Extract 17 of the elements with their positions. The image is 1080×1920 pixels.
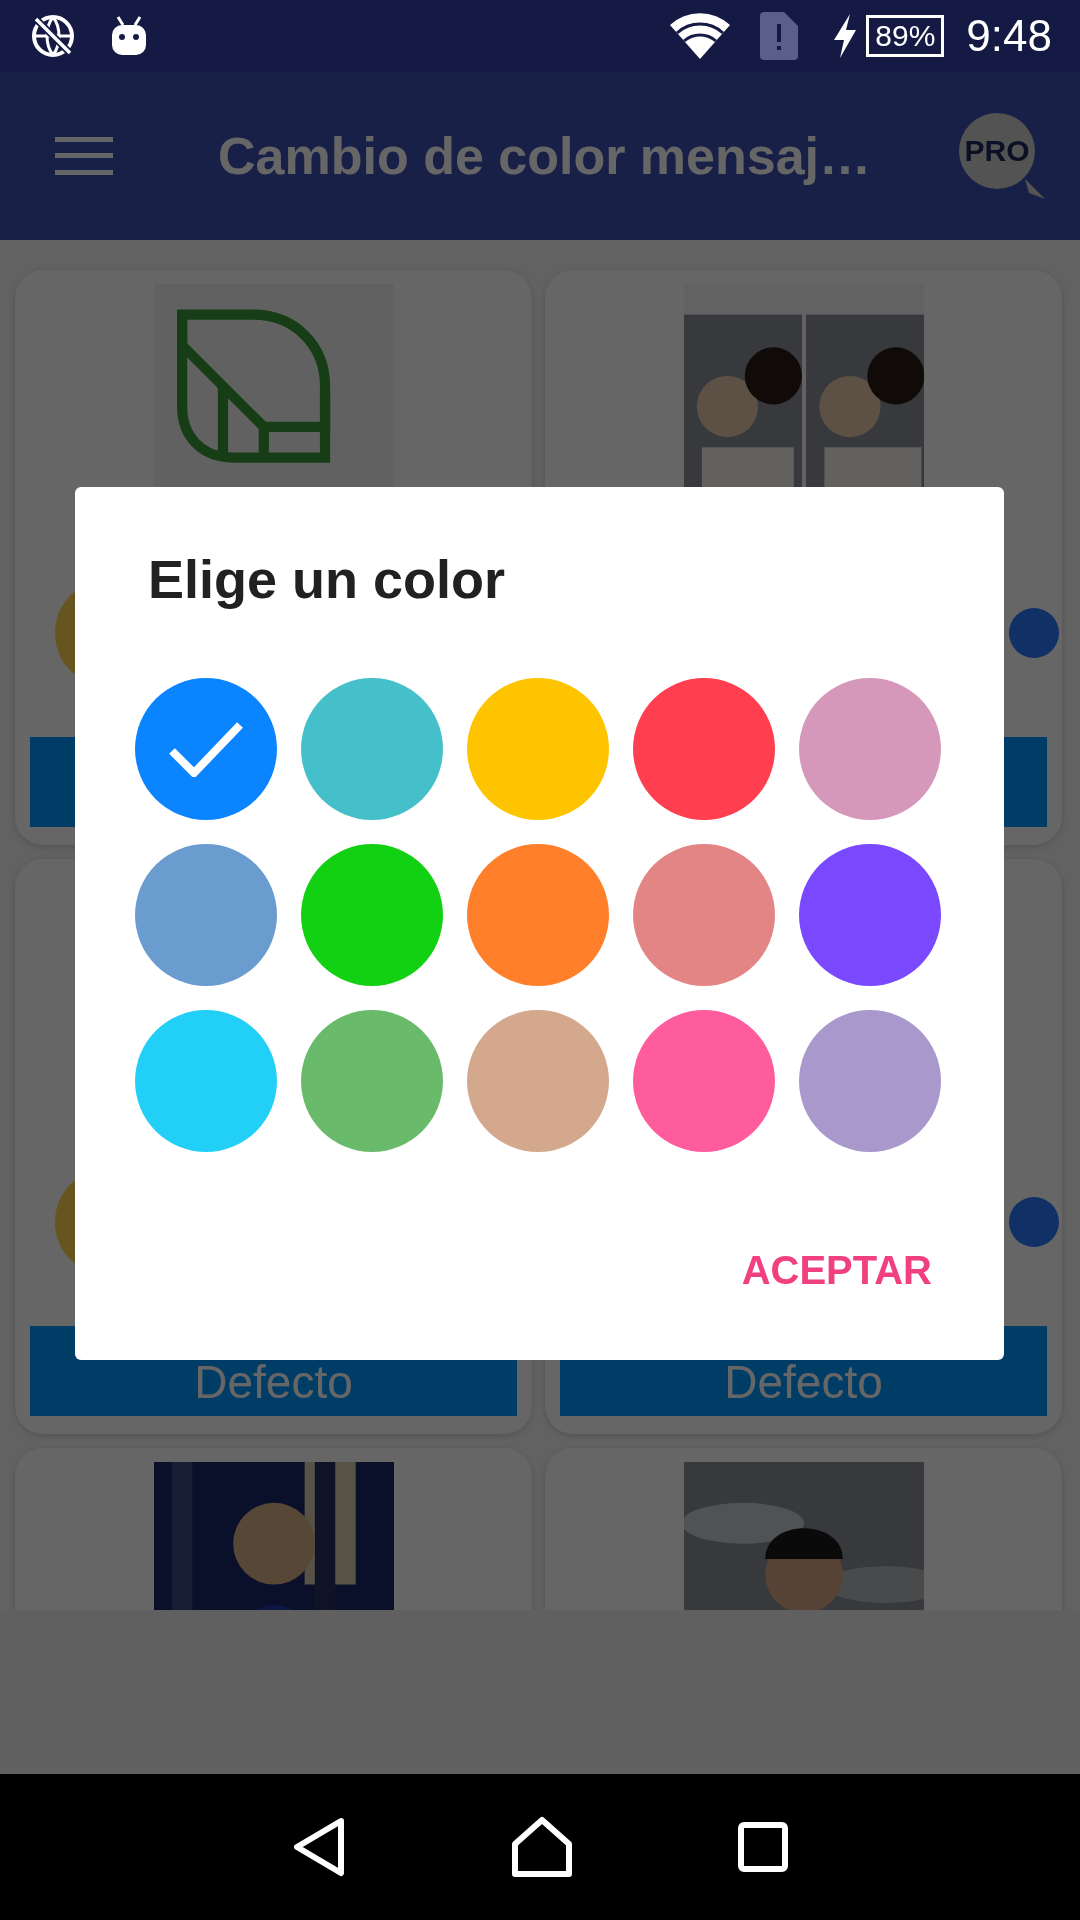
menu-icon[interactable] xyxy=(55,137,113,175)
home-icon[interactable] xyxy=(511,1816,573,1878)
battery-level: 89% xyxy=(866,15,945,57)
back-icon[interactable] xyxy=(292,1817,347,1877)
wifi-icon xyxy=(670,13,731,59)
check-icon xyxy=(168,721,244,777)
charging-icon xyxy=(832,14,859,58)
robot-icon xyxy=(110,15,148,57)
dialog-title: Elige un color xyxy=(148,548,507,611)
recents-icon[interactable] xyxy=(737,1822,788,1872)
app-title: Cambio de color mensaj… xyxy=(218,126,873,186)
clock-time: 9:48 xyxy=(966,11,1052,61)
sim-alert-icon xyxy=(760,12,799,60)
check-badge-icon xyxy=(1009,1197,1059,1247)
globe-off-icon xyxy=(30,13,76,59)
accept-button[interactable]: ACEPTAR xyxy=(741,1228,932,1313)
check-badge-icon xyxy=(1009,608,1059,658)
